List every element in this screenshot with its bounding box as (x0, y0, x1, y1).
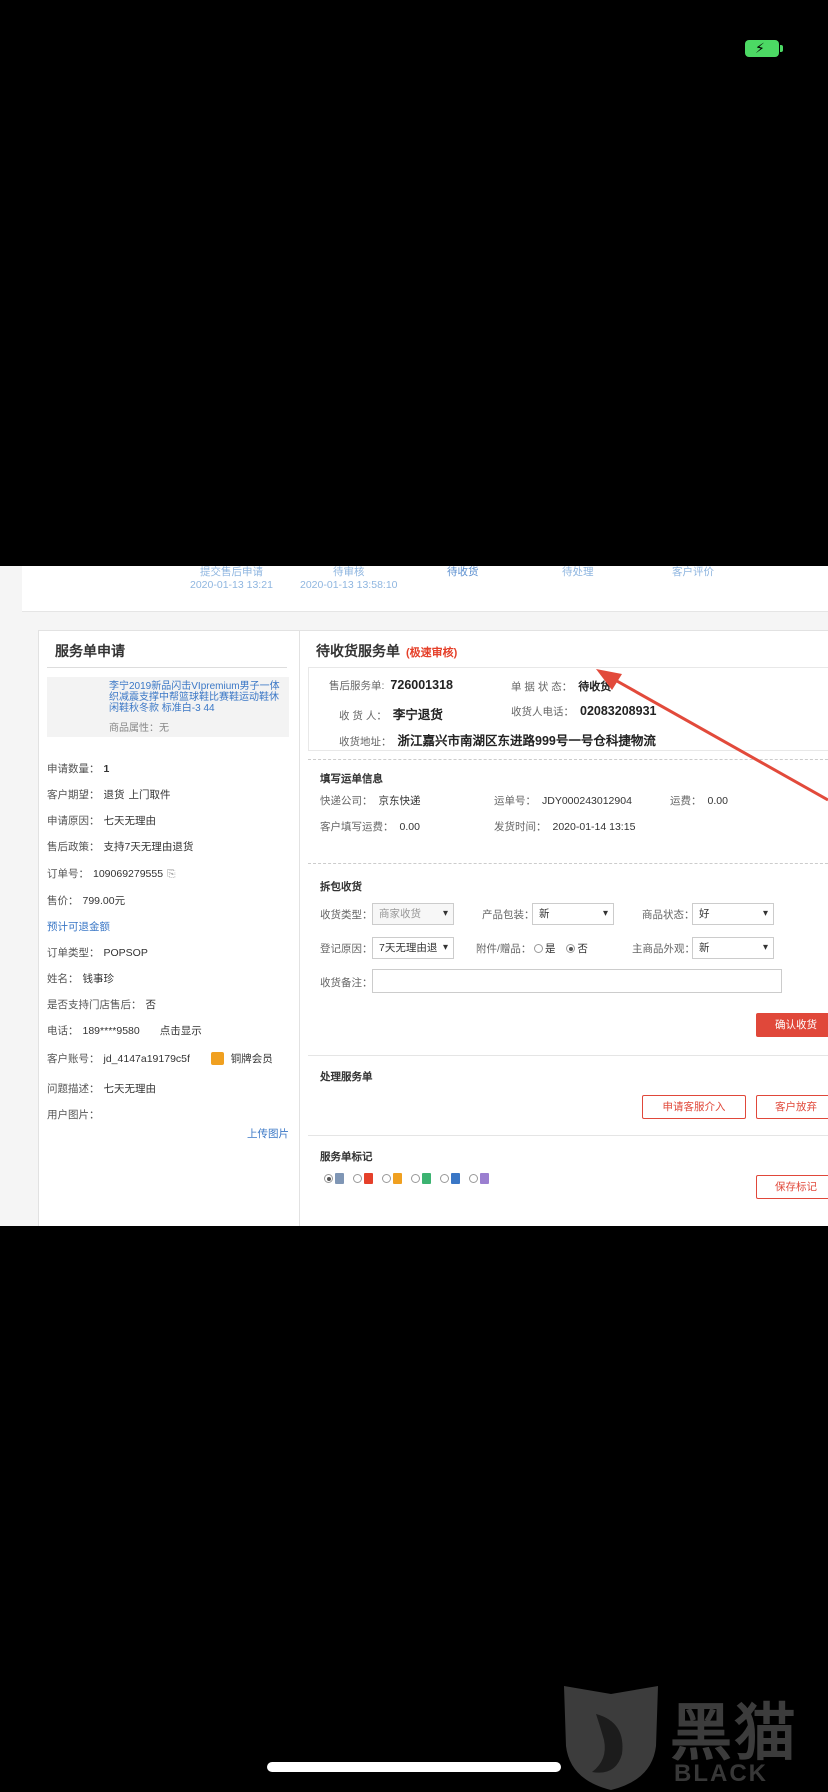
watermark-subtext: BLACK CAT (674, 1760, 768, 1792)
cat-logo-icon (564, 1686, 658, 1790)
watermark-text: 黑猫 (670, 1699, 799, 1768)
battery-icon: ⚡ (745, 40, 783, 57)
annotation-arrow (596, 669, 828, 802)
home-indicator[interactable] (267, 1762, 561, 1772)
black-cat-watermark: 黑猫 BLACK CAT (556, 1676, 828, 1792)
screenshot-panel: 提交售后申请 2020-01-13 13:21 待审核 2020-01-13 1… (0, 566, 828, 1226)
